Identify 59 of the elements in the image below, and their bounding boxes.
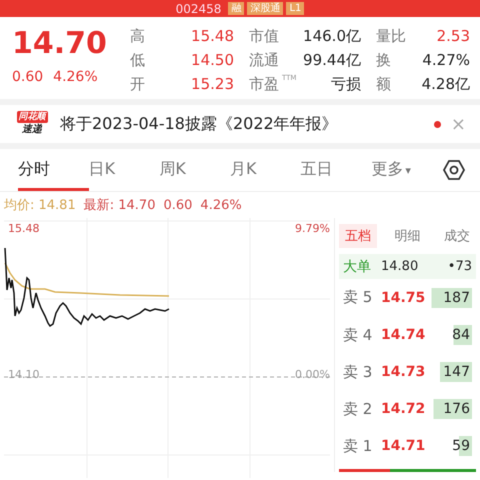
chart-tab[interactable]: 更多▾	[371, 149, 442, 191]
close-button[interactable]: ×	[450, 114, 466, 134]
stat-label: 低	[130, 50, 146, 71]
stat-label: 高	[130, 26, 146, 47]
price-change: 0.60	[163, 198, 192, 212]
stock-code: 002458	[176, 2, 222, 16]
average-price: 均价: 14.81	[4, 197, 76, 214]
ask-price: 14.75	[381, 290, 426, 306]
change-percent: 4.26%	[200, 198, 242, 212]
big-order-price: 14.80	[381, 259, 418, 274]
stat-value: 4.27%	[421, 51, 470, 69]
settings-icon[interactable]	[442, 158, 466, 182]
stat-value: 4.28亿	[420, 74, 470, 94]
ask-price: 14.73	[381, 364, 426, 380]
ask-label: 卖 2	[343, 400, 374, 419]
chart-tab[interactable]: 周K	[159, 149, 230, 191]
axis-label: 15.48	[8, 222, 40, 235]
order-book-tab[interactable]: 明细	[388, 224, 426, 248]
stat-label: 换	[375, 50, 392, 71]
axis-label: 0.00%	[295, 368, 330, 381]
chart-tab[interactable]: 月K	[230, 149, 301, 191]
big-order-label: 大单	[343, 258, 371, 276]
stat-value: 2.53	[436, 27, 470, 45]
ask-label: 卖 5	[343, 288, 374, 308]
ask-label: 卖 4	[343, 326, 374, 345]
stat-label: 开	[130, 74, 146, 95]
ask-price: 14.72	[381, 401, 426, 418]
tag: 融	[228, 2, 244, 15]
axis-label: 9.79%	[295, 222, 330, 235]
chart-tab[interactable]: 分时	[18, 149, 89, 191]
ask-label: 卖 3	[343, 362, 374, 382]
stat-label: 市值	[248, 26, 280, 47]
news-headline[interactable]: 将于2023-04-18披露《2022年年报》	[60, 114, 424, 134]
stat-label: 流通	[248, 50, 280, 71]
order-book-tab[interactable]: 成交	[438, 224, 476, 248]
latest-price: 最新: 14.70	[84, 197, 156, 214]
stat-value: 15.48	[190, 27, 234, 45]
tag: L1	[286, 2, 304, 15]
chart-tab[interactable]: 五日	[300, 149, 372, 191]
big-order-volume: •73	[448, 259, 472, 274]
change-percent: 4.26%	[53, 69, 98, 85]
stat-label: 市盈 $^{TTM}$	[248, 73, 298, 95]
stat-value: 99.44亿	[302, 50, 361, 70]
stat-label: 量比	[375, 26, 407, 47]
chart-tab[interactable]: 日K	[88, 149, 160, 191]
price-change: 0.60	[12, 69, 44, 85]
news-logo: 同花顺 速递	[16, 110, 48, 137]
ask-label: 卖 1	[343, 436, 374, 456]
stat-value: 15.23	[190, 75, 234, 93]
ask-price: 14.74	[381, 327, 426, 344]
current-price: 14.70	[12, 25, 108, 63]
tag: 深股通	[247, 2, 284, 15]
order-book-tab[interactable]: 五档	[339, 224, 377, 248]
ask-price: 14.71	[381, 438, 426, 454]
stat-value: 亏损	[330, 74, 361, 94]
stat-label: 额	[375, 74, 392, 95]
stat-value: 14.50	[190, 51, 234, 69]
stat-value: 146.0亿	[302, 26, 361, 46]
axis-label: 14.10	[8, 368, 40, 381]
